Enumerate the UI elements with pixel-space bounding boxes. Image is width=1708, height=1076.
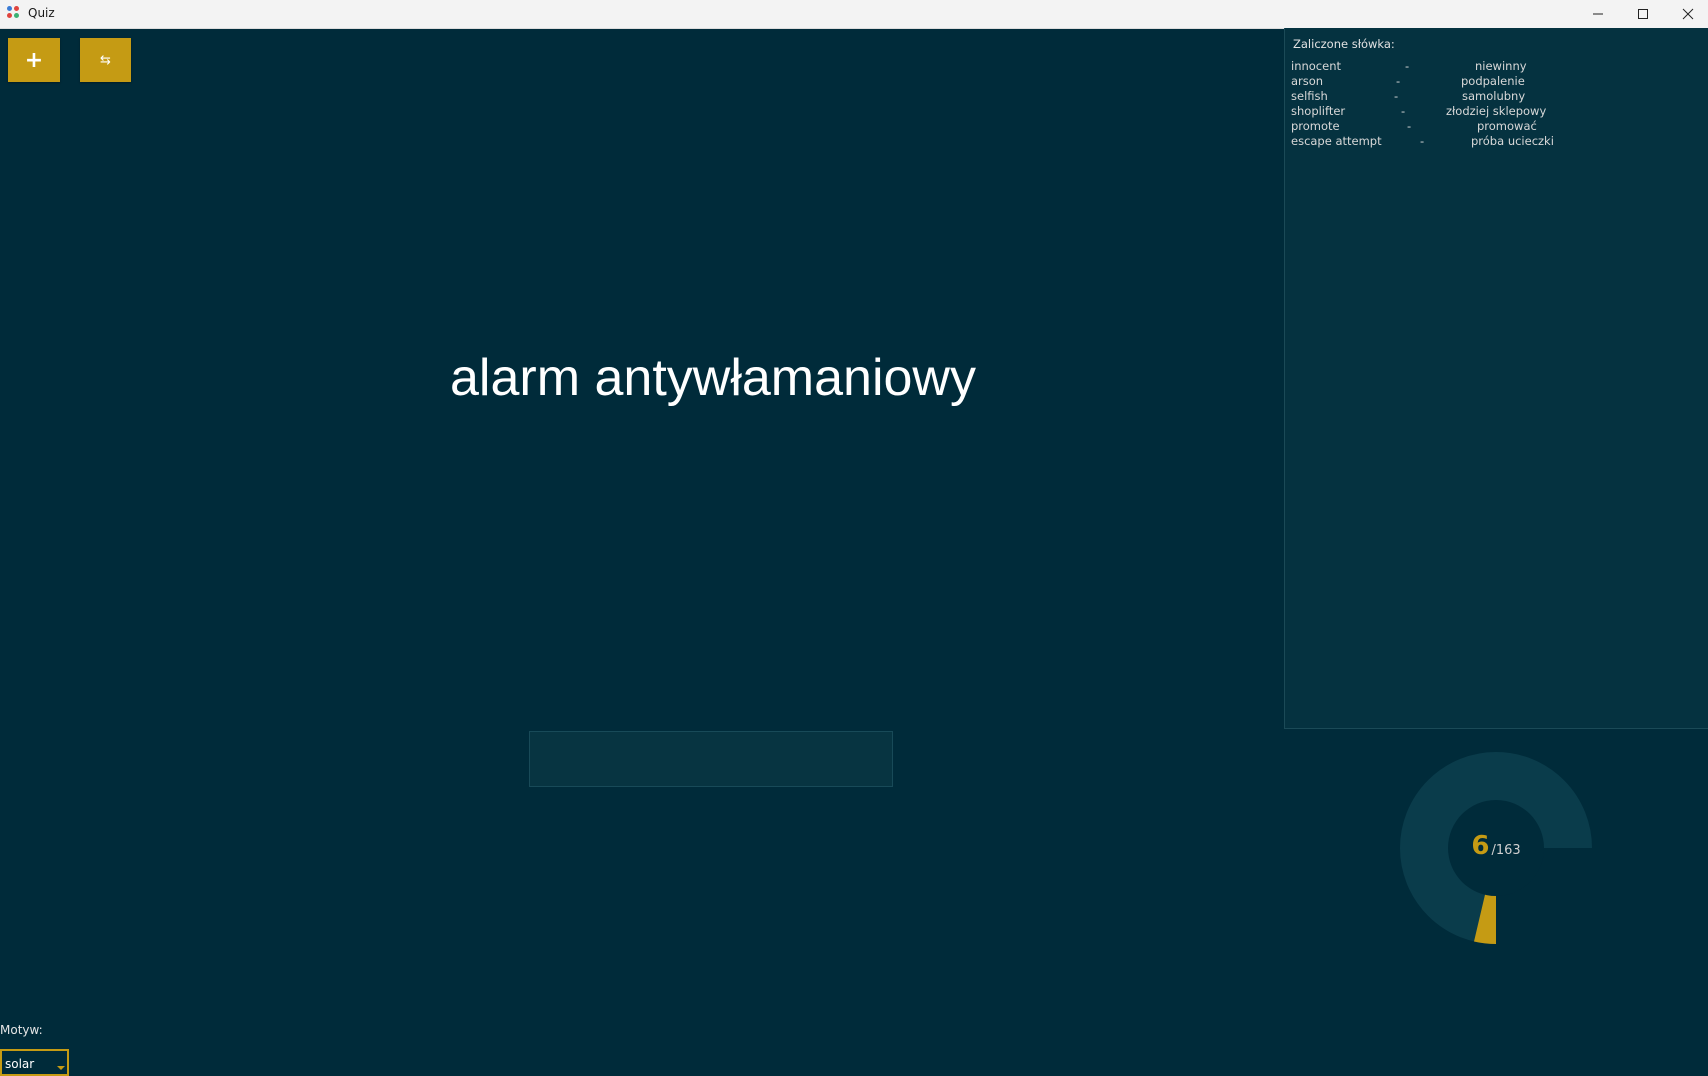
chevron-down-icon xyxy=(57,1066,65,1070)
passed-words-title: Zaliczone słówka: xyxy=(1293,37,1395,51)
word-text: selfish xyxy=(1291,89,1328,103)
maximize-button[interactable] xyxy=(1620,0,1666,28)
translation-text: samolubny xyxy=(1462,89,1526,103)
translation-text: niewinny xyxy=(1475,59,1527,73)
swap-direction-button[interactable]: ⇆ xyxy=(80,38,131,82)
list-item: innocent - niewinny xyxy=(1291,59,1591,74)
separator-text: - xyxy=(1401,104,1406,118)
progress-done: 6 xyxy=(1471,831,1490,861)
app-dots-icon xyxy=(7,6,21,20)
question-word: alarm antywłamaniowy xyxy=(450,349,976,407)
progress-ring: 6/163 xyxy=(1396,748,1596,948)
progress-total: /163 xyxy=(1491,843,1521,858)
minimize-icon xyxy=(1593,13,1603,15)
answer-input[interactable] xyxy=(529,731,893,787)
add-word-button[interactable]: + xyxy=(8,38,60,82)
separator-text: - xyxy=(1407,119,1412,133)
separator-text: - xyxy=(1394,89,1399,103)
maximize-icon xyxy=(1638,9,1648,19)
word-text: arson xyxy=(1291,74,1324,88)
list-item: arson - podpalenie xyxy=(1291,74,1591,89)
word-text: promote xyxy=(1291,119,1340,133)
close-button[interactable] xyxy=(1665,0,1708,28)
close-icon xyxy=(1682,8,1694,20)
list-item: selfish - samolubny xyxy=(1291,89,1591,104)
swap-icon: ⇆ xyxy=(100,52,111,68)
theme-select[interactable]: solar xyxy=(0,1049,69,1076)
word-text: escape attempt xyxy=(1291,134,1382,148)
progress-fill xyxy=(1474,892,1497,944)
separator-text: - xyxy=(1396,74,1401,88)
translation-text: promować xyxy=(1477,119,1537,133)
list-item: escape attempt - próba ucieczki xyxy=(1291,134,1591,149)
theme-selected-value: solar xyxy=(5,1057,35,1071)
word-text: innocent xyxy=(1291,59,1342,73)
list-item: shoplifter - złodziej sklepowy xyxy=(1291,104,1591,119)
word-text: shoplifter xyxy=(1291,104,1346,118)
translation-text: próba ucieczki xyxy=(1471,134,1554,148)
passed-words-panel: Zaliczone słówka: innocent - niewinny ar… xyxy=(1284,28,1708,729)
window-title: Quiz xyxy=(28,6,55,20)
minimize-button[interactable] xyxy=(1575,0,1621,28)
title-bar: Quiz xyxy=(0,0,1708,29)
progress-count: 6/163 xyxy=(1396,831,1596,861)
list-item: promote - promować xyxy=(1291,119,1591,134)
theme-label: Motyw: xyxy=(0,1023,43,1037)
translation-text: złodziej sklepowy xyxy=(1446,104,1547,118)
separator-text: - xyxy=(1405,59,1410,73)
translation-text: podpalenie xyxy=(1461,74,1525,88)
passed-words-list: innocent - niewinny arson - podpalenie s… xyxy=(1291,59,1591,149)
separator-text: - xyxy=(1420,134,1425,148)
plus-icon: + xyxy=(24,47,44,73)
